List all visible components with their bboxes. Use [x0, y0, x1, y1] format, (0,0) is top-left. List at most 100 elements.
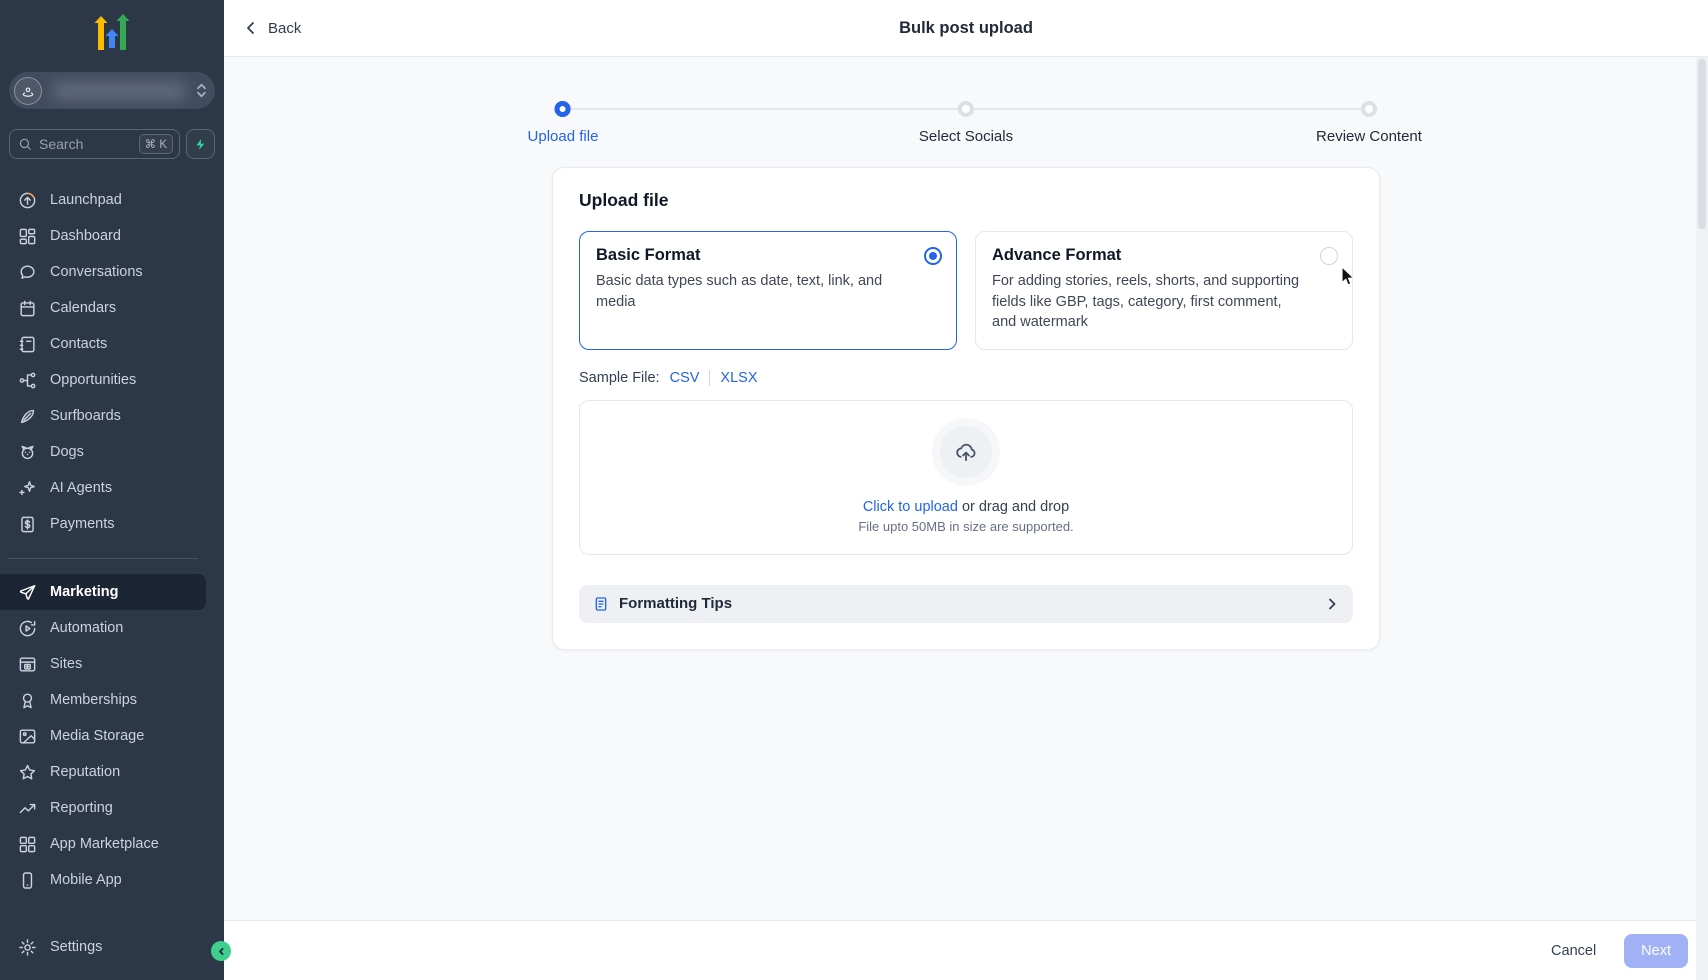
paper-plane-icon [18, 583, 37, 602]
sidebar-item-calendars[interactable]: Calendars [0, 290, 224, 326]
chevron-up-down-icon [196, 83, 207, 98]
image-icon [18, 727, 37, 746]
sidebar-item-media-storage[interactable]: Media Storage [0, 718, 224, 754]
step-dot-active [555, 101, 571, 117]
sidebar-item-settings[interactable]: Settings [0, 929, 224, 965]
chevron-left-icon [217, 947, 226, 956]
sidebar-item-label: Settings [50, 939, 102, 955]
file-dropzone[interactable]: Click to upload or drag and drop File up… [579, 400, 1353, 555]
sidebar-item-label: Contacts [50, 336, 107, 352]
sidebar-item-conversations[interactable]: Conversations [0, 254, 224, 290]
account-name-redacted [52, 82, 186, 100]
step-select-socials[interactable]: Select Socials [919, 101, 1013, 145]
sidebar-item-sites[interactable]: Sites [0, 646, 224, 682]
sidebar-item-dashboard[interactable]: Dashboard [0, 218, 224, 254]
back-label: Back [268, 20, 301, 37]
sidebar: Search ⌘ K Launchpad Dashboard Conversat… [0, 0, 224, 980]
dashboard-icon [18, 227, 37, 246]
option-title: Basic Format [596, 246, 912, 265]
scrollbar-thumb[interactable] [1698, 59, 1706, 229]
sidebar-item-label: Mobile App [50, 872, 122, 888]
sidebar-item-launchpad[interactable]: Launchpad [0, 182, 224, 218]
drag-drop-text: or drag and drop [958, 499, 1069, 515]
upload-file-card: Upload file Basic Format Basic data type… [552, 167, 1380, 650]
search-placeholder: Search [39, 136, 132, 152]
dropzone-hint: File upto 50MB in size are supported. [580, 519, 1352, 534]
scrollbar-track[interactable] [1696, 57, 1708, 980]
sidebar-item-contacts[interactable]: Contacts [0, 326, 224, 362]
step-label: Upload file [528, 128, 599, 145]
sidebar-item-label: Reputation [50, 764, 120, 780]
sidebar-item-reporting[interactable]: Reporting [0, 790, 224, 826]
account-switcher[interactable] [9, 72, 215, 109]
sidebar-item-label: Conversations [50, 264, 143, 280]
sidebar-item-app-marketplace[interactable]: App Marketplace [0, 826, 224, 862]
gear-icon [18, 938, 37, 957]
sidebar-item-automation[interactable]: Automation [0, 610, 224, 646]
radio-unselected-icon[interactable] [1320, 247, 1338, 265]
calendar-icon [18, 299, 37, 318]
wizard-footer: Cancel Next [224, 920, 1708, 980]
next-button[interactable]: Next [1624, 934, 1688, 968]
step-review-content[interactable]: Review Content [1316, 101, 1422, 145]
cancel-button[interactable]: Cancel [1541, 935, 1606, 967]
page-title: Bulk post upload [224, 19, 1708, 38]
radio-selected-icon[interactable] [924, 247, 942, 265]
format-option-advance[interactable]: Advance Format For adding stories, reels… [975, 231, 1353, 350]
sidebar-item-dogs[interactable]: Dogs [0, 434, 224, 470]
step-upload-file[interactable]: Upload file [528, 101, 599, 145]
sidebar-collapse-button[interactable] [211, 941, 231, 961]
lightning-bolt-icon [194, 137, 207, 152]
sidebar-item-label: Automation [50, 620, 123, 636]
sidebar-item-label: Launchpad [50, 192, 122, 208]
option-description: Basic data types such as date, text, lin… [596, 271, 912, 312]
quick-actions-button[interactable] [186, 129, 215, 159]
search-shortcut-badge: ⌘ K [139, 134, 173, 154]
sidebar-item-mobile-app[interactable]: Mobile App [0, 862, 224, 898]
sidebar-item-opportunities[interactable]: Opportunities [0, 362, 224, 398]
sidebar-item-label: Dashboard [50, 228, 121, 244]
back-button[interactable]: Back [244, 20, 301, 37]
upload-cloud-badge [932, 418, 1000, 486]
surfboard-icon [18, 407, 37, 426]
sample-xlsx-link[interactable]: XLSX [720, 370, 757, 386]
launchpad-icon [18, 191, 37, 210]
sidebar-item-marketing[interactable]: Marketing [0, 574, 206, 610]
app-window: Search ⌘ K Launchpad Dashboard Conversat… [0, 0, 1708, 980]
sidebar-item-ai-agents[interactable]: AI Agents [0, 470, 224, 506]
sidebar-item-label: Payments [50, 516, 114, 532]
sidebar-nav-secondary: Marketing Automation Sites Memberships M… [0, 574, 224, 898]
sidebar-item-label: Opportunities [50, 372, 136, 388]
sidebar-item-label: Sites [50, 656, 82, 672]
opportunities-icon [18, 371, 37, 390]
search-icon [18, 137, 32, 151]
payments-icon [18, 515, 37, 534]
format-option-basic[interactable]: Basic Format Basic data types such as da… [579, 231, 957, 350]
sidebar-item-reputation[interactable]: Reputation [0, 754, 224, 790]
sample-file-label: Sample File: [579, 370, 660, 386]
step-dot [958, 101, 974, 117]
page-header: Back Bulk post upload [224, 0, 1708, 57]
app-logo [0, 0, 224, 66]
medal-icon [18, 691, 37, 710]
sidebar-item-surfboards[interactable]: Surfboards [0, 398, 224, 434]
dog-icon [18, 443, 37, 462]
trending-up-icon [18, 799, 37, 818]
formatting-tips-label: Formatting Tips [619, 595, 732, 612]
contacts-book-icon [18, 335, 37, 354]
divider [709, 370, 710, 386]
sidebar-item-payments[interactable]: Payments [0, 506, 224, 542]
card-title: Upload file [579, 190, 1353, 211]
sample-csv-link[interactable]: CSV [670, 370, 700, 386]
sidebar-item-label: App Marketplace [50, 836, 159, 852]
search-input[interactable]: Search ⌘ K [9, 129, 180, 159]
sidebar-item-label: Reporting [50, 800, 113, 816]
location-icon [14, 77, 42, 105]
sidebar-item-memberships[interactable]: Memberships [0, 682, 224, 718]
click-to-upload-link[interactable]: Click to upload [863, 499, 958, 515]
formatting-tips-row[interactable]: Formatting Tips [579, 585, 1353, 623]
highlevel-logo-icon [93, 14, 131, 52]
sidebar-item-label: Surfboards [50, 408, 121, 424]
sidebar-item-label: Marketing [50, 584, 119, 600]
sidebar-item-label: Memberships [50, 692, 137, 708]
